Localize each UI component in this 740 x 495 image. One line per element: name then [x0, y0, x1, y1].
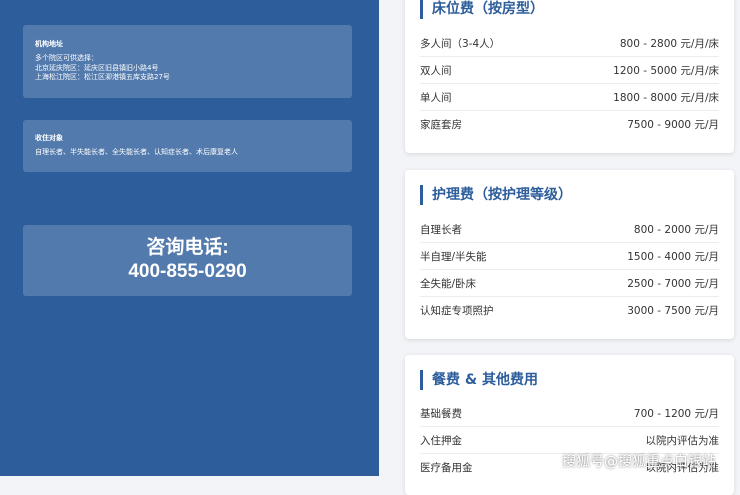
row-price: 3000 - 7500 元/月 [627, 304, 719, 317]
residents-title: 收住对象 [35, 134, 63, 142]
row-price: 1800 - 8000 元/月/床 [613, 91, 719, 104]
row-label: 自理长者 [420, 223, 462, 236]
row-label: 认知症专项照护 [420, 304, 494, 317]
price-row: 自理长者 800 - 2000 元/月 [420, 216, 719, 243]
price-row: 单人间 1800 - 8000 元/月/床 [420, 84, 719, 111]
row-label: 半自理/半失能 [420, 250, 487, 263]
row-price: 1500 - 4000 元/月 [627, 250, 719, 263]
panel-title: 餐费 & 其他费用 [420, 370, 719, 390]
meal-other-fee-panel: 餐费 & 其他费用 基础餐费 700 - 1200 元/月 入住押金 以院内评估为准… [405, 355, 734, 495]
row-label: 医疗备用金 [420, 461, 473, 474]
price-row: 半自理/半失能 1500 - 4000 元/月 [420, 243, 719, 270]
row-price: 800 - 2000 元/月 [633, 223, 719, 236]
price-row: 认知症专项照护 3000 - 7500 元/月 [420, 297, 719, 323]
left-panel: 机构地址 多个院区可供选择： 北京延庆院区：延庆区旧县镇旧小路4号 上海松江院区… [0, 0, 379, 476]
price-row: 多人间（3-4人） 800 - 2800 元/月/床 [420, 30, 719, 57]
row-label: 入住押金 [420, 434, 462, 447]
address-line: 多个院区可供选择： [35, 54, 98, 62]
address-line: 上海松江院区：松江区泖港镇五库支路27号 [35, 73, 170, 81]
row-price: 700 - 1200 元/月 [633, 407, 719, 420]
row-price: 7500 - 9000 元/月 [627, 118, 719, 131]
row-price: 1200 - 5000 元/月/床 [613, 64, 719, 77]
address-card: 机构地址 多个院区可供选择： 北京延庆院区：延庆区旧县镇旧小路4号 上海松江院区… [23, 25, 352, 98]
row-label: 双人间 [420, 64, 452, 77]
care-fee-panel: 护理费（按护理等级） 自理长者 800 - 2000 元/月 半自理/半失能 150… [405, 170, 734, 339]
row-label: 多人间（3-4人） [420, 37, 501, 50]
price-row: 双人间 1200 - 5000 元/月/床 [420, 57, 719, 84]
residents-card: 收住对象 自理长者、半失能长者、全失能长者、认知症长者、术后康复老人 [23, 120, 352, 172]
watermark: 搜狐号@搜狐重点白银站 [562, 454, 716, 470]
price-row: 基础餐费 700 - 1200 元/月 [420, 400, 719, 427]
price-row: 入住押金 以院内评估为准 [420, 427, 719, 454]
row-price: 以院内评估为准 [645, 434, 720, 447]
row-label: 家庭套房 [420, 118, 462, 131]
price-row: 家庭套房 7500 - 9000 元/月 [420, 111, 719, 137]
phone-card[interactable]: 咨询电话: 400-855-0290 [23, 225, 352, 296]
price-row: 全失能/卧床 2500 - 7000 元/月 [420, 270, 719, 297]
row-price: 800 - 2800 元/月/床 [619, 37, 719, 50]
row-label: 基础餐费 [420, 407, 462, 420]
phone-label: 咨询电话: [146, 237, 229, 258]
panel-title: 床位费（按房型） [420, 0, 719, 19]
panel-title: 护理费（按护理等级） [420, 185, 719, 205]
row-label: 全失能/卧床 [420, 277, 477, 290]
address-title: 机构地址 [35, 40, 63, 48]
row-label: 单人间 [420, 91, 452, 104]
row-price: 2500 - 7000 元/月 [627, 277, 719, 290]
address-line: 北京延庆院区：延庆区旧县镇旧小路4号 [35, 63, 159, 72]
bed-fee-panel: 床位费（按房型） 多人间（3-4人） 800 - 2800 元/月/床 双人间 12… [405, 0, 734, 153]
phone-number[interactable]: 400-855-0290 [23, 260, 352, 284]
residents-text: 自理长者、半失能长者、全失能长者、认知症长者、术后康复老人 [35, 148, 238, 156]
